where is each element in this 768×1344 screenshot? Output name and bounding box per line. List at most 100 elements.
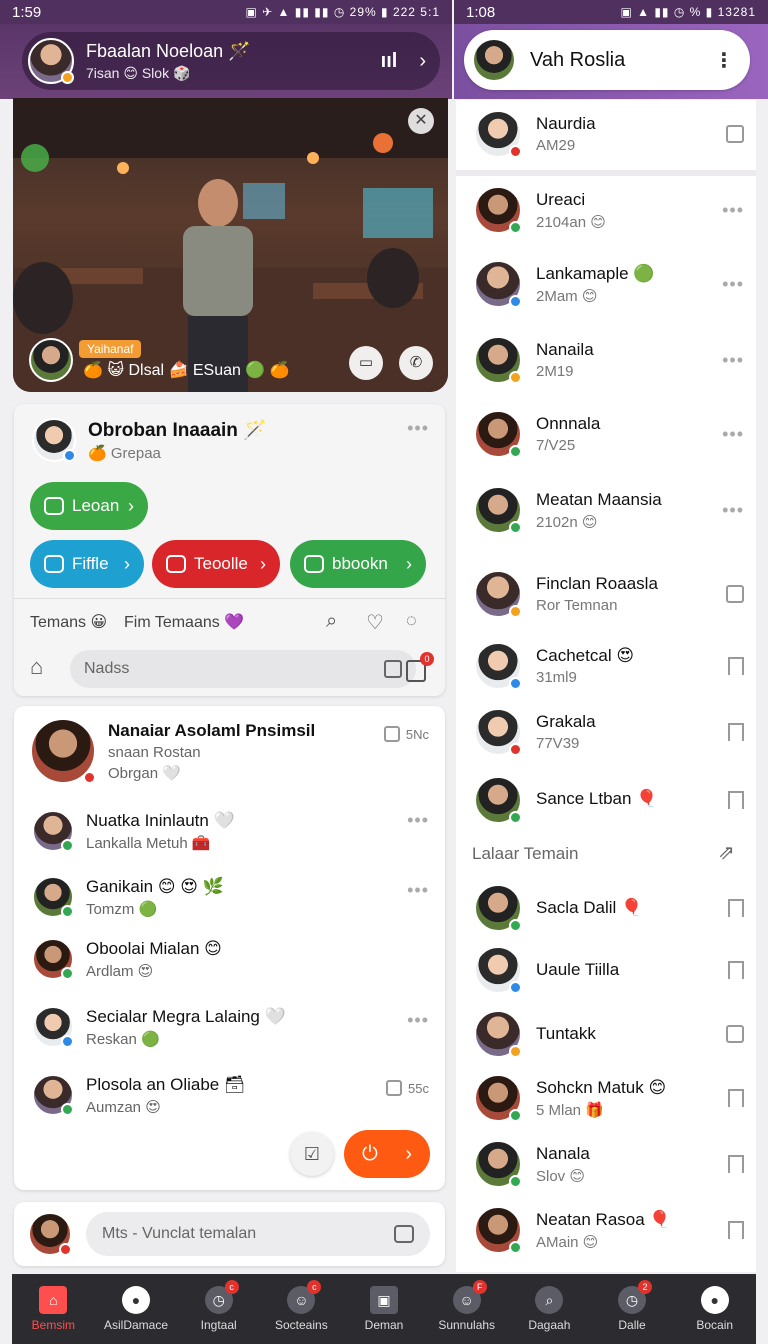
contact-row[interactable]: Neatan Rasoa 🎈 AMain 😊 [474,1206,744,1254]
list-item[interactable]: Nuatka Ininlautn 🤍 Lankalla Metuh 🧰 [32,810,235,852]
nav-item-bemsim[interactable]: ⌂ Bemsim [12,1274,95,1344]
checkbox-icon[interactable] [383,726,400,742]
contact-row[interactable]: Sohckn Matuk 😊 5 Mlan 🎁 [474,1074,744,1122]
nav-item-dagaah[interactable]: ⌕ Dagaah [508,1274,591,1344]
clipboard-icon[interactable]: 0 [406,652,434,682]
checkbox-icon[interactable] [726,125,744,143]
share-icon[interactable]: ⇗ [718,840,735,865]
nav-item-socteains[interactable]: ☺ c Socteains [260,1274,343,1344]
bookmark-icon[interactable] [728,657,744,675]
bookmark-icon[interactable] [728,1089,744,1107]
close-icon[interactable]: ✕ [408,108,434,134]
active-call-bar[interactable]: Fbaalan Noeloan 🪄 7isan 😊 Slok 🎲 ııl › [22,32,440,90]
nav-item-bocain[interactable]: ● Bocain [673,1274,756,1344]
nav-item-dalle[interactable]: ◷ 2 Dalle [591,1274,674,1344]
contact-row[interactable]: Nanala Slov 😊 [474,1140,744,1188]
nav-item-asildamace[interactable]: ● AsilDamace [95,1274,178,1344]
status-dot [509,221,522,234]
more-icon[interactable]: ••• [407,1010,429,1031]
checkbox-icon[interactable] [386,1080,403,1096]
heart-icon[interactable]: ♡ [366,610,384,635]
contact-row[interactable]: Sacla Dalil 🎈 [474,884,744,932]
status-dot [509,1241,522,1254]
avatar [28,1212,72,1256]
contact-row[interactable]: Ureaci 2104an 😊 ••• [474,186,744,234]
chevron-right-icon[interactable]: › [419,50,426,73]
avatar [32,810,74,852]
chat-sub: Aumzan 😍 [86,1098,161,1116]
contact-name: Sacla Dalil 🎈 [536,898,643,917]
contact-row[interactable]: Naurdia AM29 [474,110,744,158]
message-icon[interactable]: ◌ [406,610,417,631]
bookmark-icon[interactable] [728,723,744,741]
more-icon[interactable]: ••• [722,350,744,371]
more-icon[interactable]: ••• [722,500,744,521]
fiffle-button[interactable]: Fiffle › [30,540,144,588]
bookmark-icon[interactable] [728,899,744,917]
nav-item-sunnulahs[interactable]: ☺ F Sunnulahs [425,1274,508,1344]
search-icon[interactable]: ⌕ [326,610,337,633]
person-icon: ☺ F [452,1280,487,1314]
bbookn-button[interactable]: bbookn › [290,540,426,588]
compose-input[interactable]: Mts - Vunclat temalan [86,1212,430,1256]
bookmark-icon[interactable] [728,1155,744,1173]
contact-row[interactable]: Lankamaple 🟢 2Mam 😊 ••• [474,260,744,308]
more-icon[interactable]: ••• [722,424,744,445]
camera-icon[interactable] [394,1225,414,1243]
contact-row[interactable]: Cachetcal 😍 31ml9 [474,642,744,690]
contact-row[interactable]: Onnnala 7/V25 ••• [474,410,744,458]
contact-row[interactable]: Sance Ltban 🎈 [474,776,744,824]
tab-fim-temaans[interactable]: Fim Temaans 💜 [124,612,244,632]
check-icon[interactable]: ☑ [290,1132,334,1176]
home-icon[interactable]: ⌂ [30,654,43,680]
status-dot [509,1109,522,1122]
checkbox-icon[interactable] [726,585,744,603]
status-dot [61,967,74,980]
contact-row[interactable]: Finclan Roaasla Ror Temnan [474,570,744,618]
contact-row[interactable]: Nanaila 2M19 ••• [474,336,744,384]
list-item[interactable]: Secialar Megra Lalaing 🤍 Reskan 🟢 [32,1006,286,1048]
more-icon[interactable]: ••• [722,200,744,221]
nav-item-ingtaal[interactable]: ◷ c Ingtaal [177,1274,260,1344]
bookmark-icon[interactable] [728,961,744,979]
bookmark-icon[interactable] [728,1221,744,1239]
list-item[interactable]: Oboolai Mialan 😊 Ardlam 😍 [32,938,222,980]
contact-row[interactable]: Tuntakk [474,1010,744,1058]
contact-row[interactable]: Uaule Tiilla [474,946,744,994]
status-dot [509,1045,522,1058]
chat-name: Secialar Megra Lalaing 🤍 [86,1006,286,1026]
contacts-panel: Naurdia AM29 Ureaci 2104an 😊 ••• Lankamapl… [456,100,756,1272]
kebab-menu-icon[interactable]: ⋮ [714,48,734,73]
list-item[interactable]: Nanaiar Asolaml Pnsimsil snaan Rostan Ob… [30,718,315,784]
tab-temans[interactable]: Temans 😀 [30,612,107,632]
status-dot [61,1035,74,1048]
more-icon[interactable]: ••• [407,810,429,831]
nav-item-deman[interactable]: ▣ Deman [343,1274,426,1344]
screen-share-icon[interactable]: ▭ [349,346,383,380]
contact-sub: Ror Temnan [536,597,618,614]
leoan-button[interactable]: Leoan › [30,482,148,530]
end-call-icon[interactable]: ✆ [399,346,433,380]
status-dot [61,71,74,84]
contact-header[interactable]: Vah Roslia ⋮ [464,30,750,90]
checkbox-icon[interactable] [726,1025,744,1043]
bookmark-icon[interactable] [728,791,744,809]
status-dot [509,371,522,384]
list-item[interactable]: Ganikain 😊 😍 🌿 Tomzm 🟢 [32,876,224,918]
contact-sub: AMain 😊 [536,1233,599,1251]
more-icon[interactable]: ••• [722,274,744,295]
attach-icon[interactable] [384,660,402,678]
more-icon[interactable]: ••• [407,880,429,901]
teoolle-button[interactable]: Teoolle › [152,540,280,588]
list-item[interactable]: Plosola an Oliabe 🗃 Aumzan 😍 [32,1074,246,1116]
contact-row[interactable]: Grakala 77V39 [474,708,744,756]
video-stream[interactable]: ✕ Yaihanaf 🍊 😺 Dlsal 🍰 ESuan 🟢 🍊 ▭ ✆ [13,98,448,392]
more-icon[interactable]: ••• [407,418,429,439]
group-card: Obroban Inaaain 🪄 🍊 Grepaa ••• Leoan › Fi… [14,404,445,696]
search-input[interactable]: Nadss [70,650,416,688]
status-dot [509,1175,522,1188]
send-button[interactable]: ⏻ › [344,1130,430,1178]
status-time: 1:08 [466,3,496,21]
avatar [474,946,522,994]
contact-row[interactable]: Meatan Maansia 2102n 😊 ••• [474,486,744,534]
